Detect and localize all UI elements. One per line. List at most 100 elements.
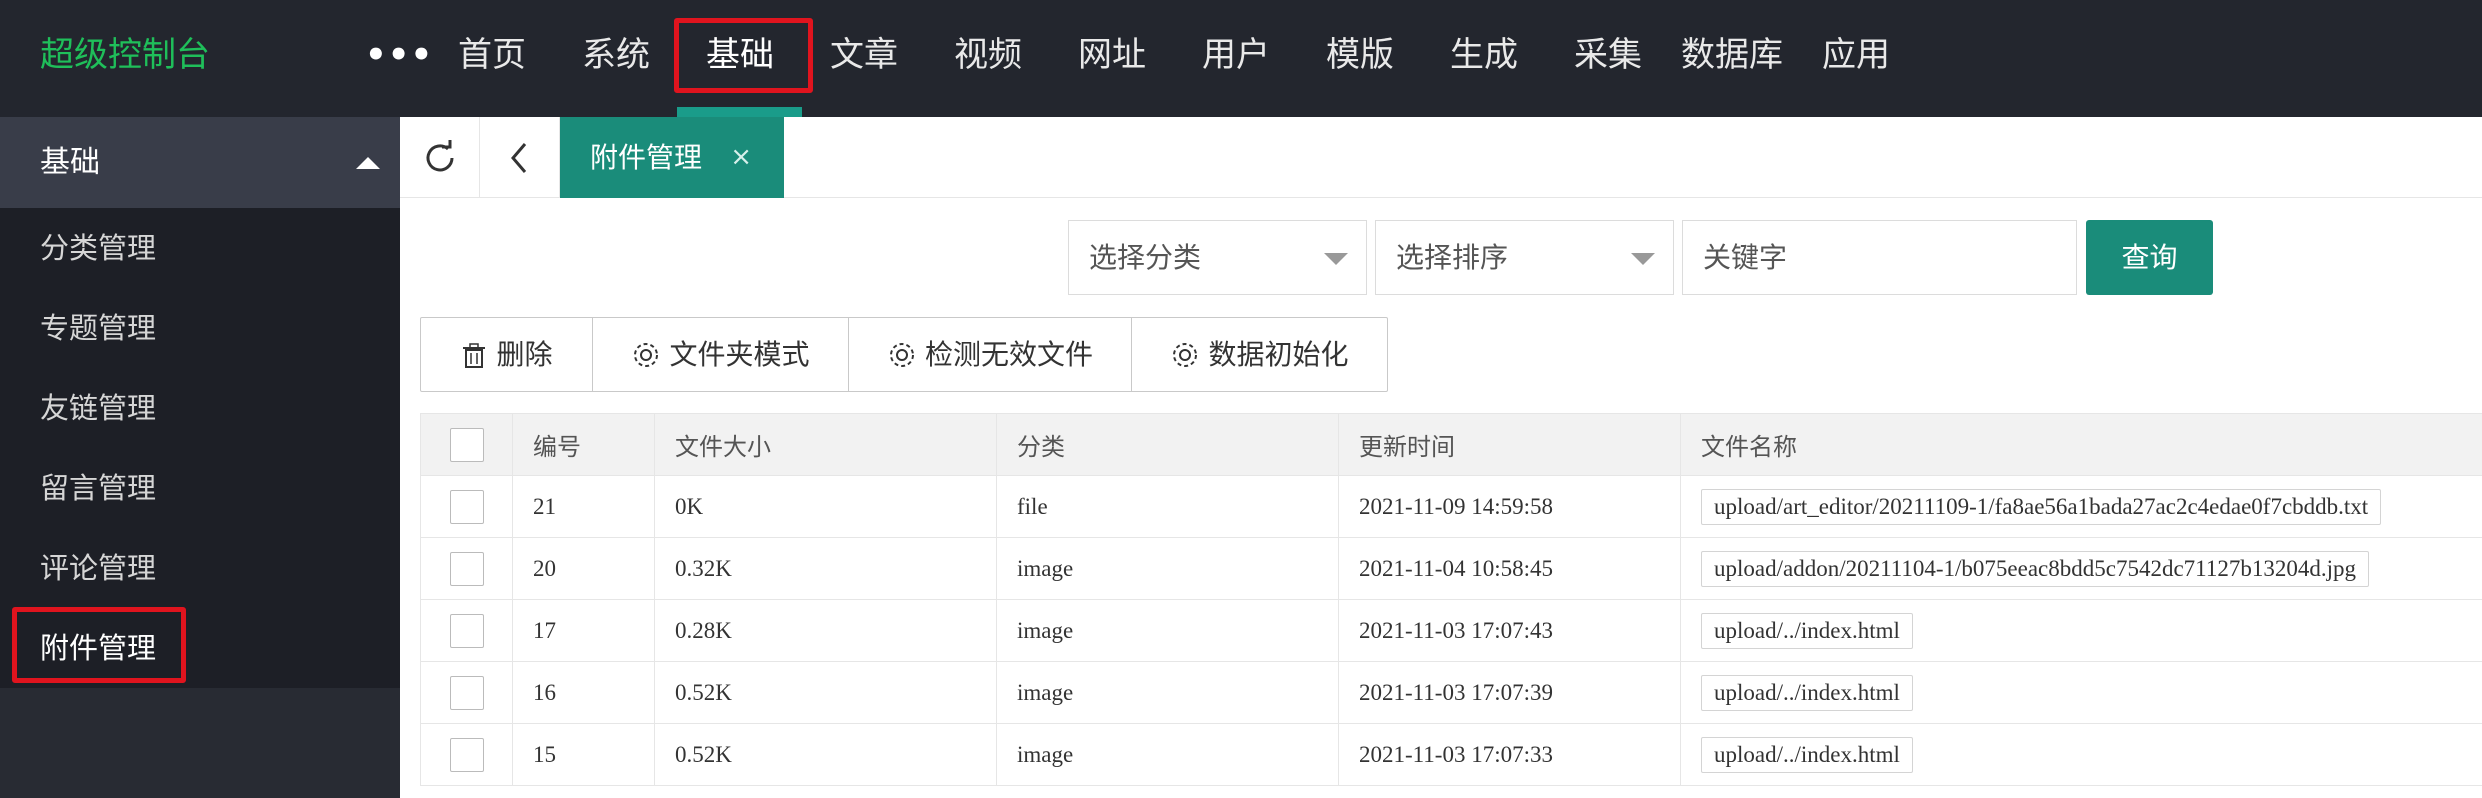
chevron-down-icon bbox=[1631, 253, 1655, 265]
cell-size: 0.28K bbox=[654, 600, 996, 661]
cell-size: 0.52K bbox=[654, 724, 996, 785]
sidebar-group-label: 基础 bbox=[40, 145, 100, 180]
folder-mode-label: 文件夹模式 bbox=[669, 338, 810, 371]
caret-up-icon bbox=[356, 157, 380, 169]
table-header-row: 编号 文件大小 分类 更新时间 文件名称 bbox=[420, 414, 2482, 476]
cell-size: 0.32K bbox=[654, 538, 996, 599]
delete-button[interactable]: 删除 bbox=[421, 318, 593, 391]
row-select-cell bbox=[420, 538, 512, 599]
cell-filename: upload/../index.html bbox=[1680, 600, 2482, 661]
query-button[interactable]: 查询 bbox=[2086, 220, 2213, 295]
cell-updated: 2021-11-09 14:59:58 bbox=[1338, 476, 1680, 537]
detect-invalid-button[interactable]: 检测无效文件 bbox=[849, 318, 1132, 391]
cell-category: image bbox=[996, 538, 1338, 599]
row-checkbox[interactable] bbox=[449, 551, 484, 586]
table-row[interactable]: 16 0.52K image 2021-11-03 17:07:39 uploa… bbox=[420, 662, 2482, 724]
sidebar-item-links[interactable]: 友链管理 bbox=[0, 368, 400, 448]
cell-id: 21 bbox=[512, 476, 654, 537]
nav-item-apps[interactable]: 应用 bbox=[1794, 0, 1918, 110]
header-updated[interactable]: 更新时间 bbox=[1338, 414, 1680, 475]
select-all-cell bbox=[420, 414, 512, 475]
cell-category: image bbox=[996, 600, 1338, 661]
nav-item-url[interactable]: 网址 bbox=[1050, 0, 1174, 110]
sort-select[interactable]: 选择排序 bbox=[1375, 220, 1674, 295]
cell-filename: upload/../index.html bbox=[1680, 724, 2482, 785]
attachments-table: 编号 文件大小 分类 更新时间 文件名称 21 0K file 2021-11-… bbox=[420, 413, 2482, 786]
sidebar-group-basic[interactable]: 基础 bbox=[0, 117, 400, 208]
nav-item-collect[interactable]: 采集 bbox=[1546, 0, 1670, 110]
filename-link[interactable]: upload/../index.html bbox=[1701, 736, 1913, 773]
gear-icon bbox=[634, 342, 659, 367]
main-content: 附件管理 × 选择分类 选择排序 关键字 查询 删除 文件夹模式 检测无效文件 bbox=[400, 117, 2482, 798]
nav-item-system[interactable]: 系统 bbox=[554, 0, 678, 110]
back-button[interactable] bbox=[480, 117, 560, 198]
sidebar-item-comments[interactable]: 评论管理 bbox=[0, 528, 400, 608]
cell-id: 16 bbox=[512, 662, 654, 723]
row-checkbox[interactable] bbox=[449, 675, 484, 710]
filename-link[interactable]: upload/art_editor/20211109-1/fa8ae56a1ba… bbox=[1701, 488, 2382, 525]
nav-item-home[interactable]: 首页 bbox=[430, 0, 554, 110]
filename-link[interactable]: upload/addon/20211104-1/b075eeac8bdd5c75… bbox=[1701, 550, 2369, 587]
nav-item-video[interactable]: 视频 bbox=[926, 0, 1050, 110]
select-all-checkbox[interactable] bbox=[449, 427, 484, 462]
close-icon[interactable]: × bbox=[730, 117, 752, 198]
main-nav: 首页 系统 基础 文章 视频 网址 用户 模版 生成 采集 数据库 应用 bbox=[430, 0, 1918, 117]
sidebar-item-messages[interactable]: 留言管理 bbox=[0, 448, 400, 528]
nav-active-indicator bbox=[677, 107, 802, 117]
top-navbar: 超级控制台 ••• 首页 系统 基础 文章 视频 网址 用户 模版 生成 采集 … bbox=[0, 0, 2482, 117]
filename-link[interactable]: upload/../index.html bbox=[1701, 674, 1913, 711]
cell-filename: upload/art_editor/20211109-1/fa8ae56a1ba… bbox=[1680, 476, 2482, 537]
init-data-label: 数据初始化 bbox=[1208, 338, 1349, 371]
table-row[interactable]: 20 0.32K image 2021-11-04 10:58:45 uploa… bbox=[420, 538, 2482, 600]
trash-icon bbox=[463, 342, 486, 368]
folder-mode-button[interactable]: 文件夹模式 bbox=[593, 318, 849, 391]
table-row[interactable]: 15 0.52K image 2021-11-03 17:07:33 uploa… bbox=[420, 724, 2482, 786]
nav-item-basic[interactable]: 基础 bbox=[678, 0, 802, 110]
gear-icon bbox=[1173, 342, 1198, 367]
row-select-cell bbox=[420, 600, 512, 661]
app-logo-title[interactable]: 超级控制台 bbox=[40, 0, 210, 110]
refresh-icon bbox=[426, 139, 453, 171]
header-category[interactable]: 分类 bbox=[996, 414, 1338, 475]
sidebar-item-topic[interactable]: 专题管理 bbox=[0, 288, 400, 368]
filename-link[interactable]: upload/../index.html bbox=[1701, 612, 1913, 649]
sort-select-value: 选择排序 bbox=[1396, 241, 1509, 274]
table-row[interactable]: 21 0K file 2021-11-09 14:59:58 upload/ar… bbox=[420, 476, 2482, 538]
header-filename[interactable]: 文件名称 bbox=[1680, 414, 2482, 475]
header-size[interactable]: 文件大小 bbox=[654, 414, 996, 475]
nav-item-template[interactable]: 模版 bbox=[1298, 0, 1422, 110]
cell-id: 17 bbox=[512, 600, 654, 661]
table-row[interactable]: 17 0.28K image 2021-11-03 17:07:43 uploa… bbox=[420, 600, 2482, 662]
nav-item-article[interactable]: 文章 bbox=[802, 0, 926, 110]
more-menu-button[interactable]: ••• bbox=[365, 0, 433, 110]
nav-item-generate[interactable]: 生成 bbox=[1422, 0, 1546, 110]
tab-bar: 附件管理 × bbox=[400, 117, 2482, 198]
chevron-left-icon bbox=[510, 142, 526, 173]
refresh-button[interactable] bbox=[400, 117, 480, 198]
action-toolbar: 删除 文件夹模式 检测无效文件 数据初始化 bbox=[420, 317, 1388, 392]
init-data-button[interactable]: 数据初始化 bbox=[1132, 318, 1387, 391]
chevron-down-icon bbox=[1324, 253, 1348, 265]
keyword-input[interactable]: 关键字 bbox=[1682, 220, 2077, 295]
nav-item-database[interactable]: 数据库 bbox=[1670, 0, 1794, 110]
cell-updated: 2021-11-03 17:07:33 bbox=[1338, 724, 1680, 785]
gear-icon bbox=[889, 342, 914, 367]
row-checkbox[interactable] bbox=[449, 489, 484, 524]
tab-attachments[interactable]: 附件管理 × bbox=[560, 117, 784, 198]
nav-item-user[interactable]: 用户 bbox=[1174, 0, 1298, 110]
cell-category: image bbox=[996, 662, 1338, 723]
sidebar-submenu: 分类管理 专题管理 友链管理 留言管理 评论管理 附件管理 bbox=[0, 208, 400, 688]
cell-id: 20 bbox=[512, 538, 654, 599]
cell-size: 0K bbox=[654, 476, 996, 537]
category-select[interactable]: 选择分类 bbox=[1068, 220, 1367, 295]
detect-invalid-label: 检测无效文件 bbox=[924, 338, 1093, 371]
sidebar-item-category[interactable]: 分类管理 bbox=[0, 208, 400, 288]
sidebar-item-attachments[interactable]: 附件管理 bbox=[0, 608, 400, 688]
sidebar: 基础 分类管理 专题管理 友链管理 留言管理 评论管理 附件管理 bbox=[0, 117, 400, 798]
row-select-cell bbox=[420, 662, 512, 723]
row-checkbox[interactable] bbox=[449, 737, 484, 772]
header-id[interactable]: 编号 bbox=[512, 414, 654, 475]
row-checkbox[interactable] bbox=[449, 613, 484, 648]
cell-updated: 2021-11-03 17:07:43 bbox=[1338, 600, 1680, 661]
cell-size: 0.52K bbox=[654, 662, 996, 723]
